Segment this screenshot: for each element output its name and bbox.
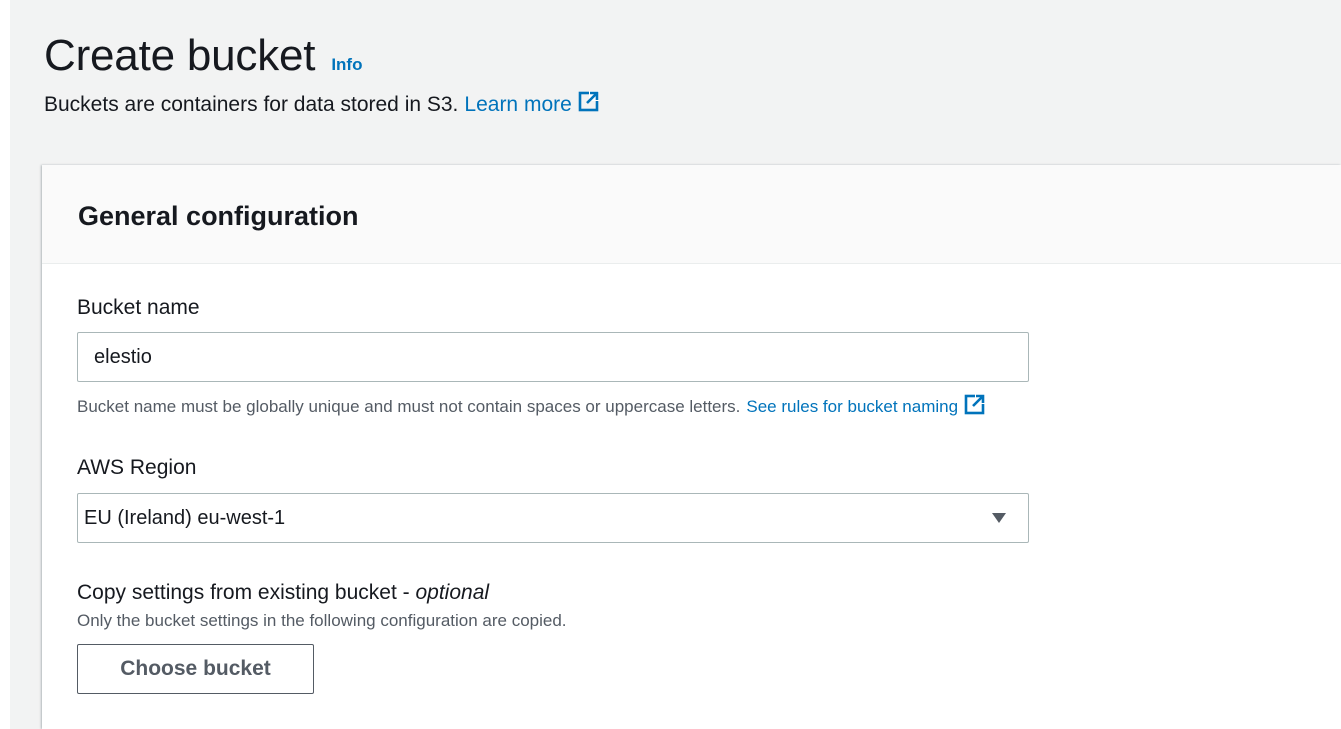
choose-bucket-button[interactable]: Choose bucket	[77, 644, 314, 694]
info-link[interactable]: Info	[331, 55, 362, 75]
bucket-name-input[interactable]	[77, 332, 1029, 382]
description-text: Buckets are containers for data stored i…	[44, 93, 459, 116]
bucket-name-label: Bucket name	[77, 296, 200, 319]
title-row: Create bucket Info	[44, 30, 600, 82]
general-configuration-panel: General configuration Bucket name Bucket…	[42, 165, 1341, 729]
bucket-name-hint-text: Bucket name must be globally unique and …	[77, 396, 741, 416]
page-header: Create bucket Info Buckets are container…	[44, 30, 600, 120]
bucket-name-hint: Bucket name must be globally unique and …	[77, 393, 986, 420]
panel-header: General configuration	[42, 165, 1341, 264]
external-link-icon[interactable]	[578, 90, 600, 120]
aws-region-select[interactable]: EU (Ireland) eu-west-1	[77, 493, 1029, 543]
page-description: Buckets are containers for data stored i…	[44, 90, 600, 120]
optional-label: optional	[415, 581, 490, 604]
aws-region-selected-value: EU (Ireland) eu-west-1	[84, 506, 286, 529]
left-edge	[0, 0, 10, 729]
bucket-naming-rules-link[interactable]: See rules for bucket naming	[746, 397, 958, 417]
learn-more-link[interactable]: Learn more	[464, 91, 571, 119]
copy-settings-label-text: Copy settings from existing bucket -	[77, 581, 416, 604]
aws-region-label: AWS Region	[77, 456, 197, 479]
panel-title: General configuration	[78, 200, 359, 231]
copy-settings-description: Only the bucket settings in the followin…	[77, 611, 567, 630]
learn-more-label: Learn more	[464, 93, 572, 116]
create-bucket-page: Create bucket Info Buckets are container…	[0, 0, 1341, 729]
caret-down-icon	[992, 513, 1006, 523]
external-link-icon[interactable]	[964, 393, 986, 420]
page-title: Create bucket	[44, 31, 316, 80]
copy-settings-label: Copy settings from existing bucket - opt…	[77, 581, 489, 605]
